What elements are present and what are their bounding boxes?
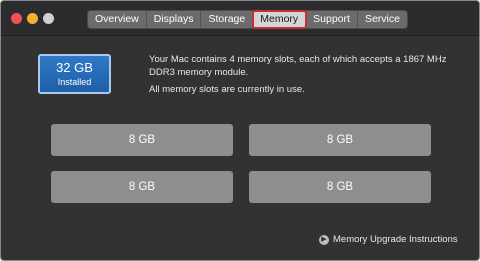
memory-slots-status: All memory slots are currently in use. [149, 84, 305, 95]
tab-memory[interactable]: Memory [252, 10, 308, 29]
memory-slots-description: Your Mac contains 4 memory slots, each o… [149, 54, 447, 78]
memory-slot-1: 8 GB [51, 124, 233, 156]
memory-upgrade-instructions-link[interactable]: ▶ Memory Upgrade Instructions [319, 234, 458, 245]
tab-overview[interactable]: Overview [88, 11, 147, 28]
memory-slot-3: 8 GB [51, 171, 233, 203]
memory-slot-2: 8 GB [249, 124, 431, 156]
title-bar: Overview Displays Storage Memory Support… [1, 1, 479, 36]
tab-bar: Overview Displays Storage Memory Support… [87, 10, 408, 29]
upgrade-link-label: Memory Upgrade Instructions [333, 234, 458, 245]
installed-label: Installed [57, 77, 92, 87]
installed-amount: 32 GB [56, 60, 93, 75]
tab-storage[interactable]: Storage [201, 11, 254, 28]
about-this-mac-window: Overview Displays Storage Memory Support… [0, 0, 480, 261]
minimize-button[interactable] [27, 13, 38, 24]
close-button[interactable] [11, 13, 22, 24]
installed-memory-badge: 32 GB Installed [38, 54, 111, 94]
memory-slot-4: 8 GB [249, 171, 431, 203]
tab-support[interactable]: Support [306, 11, 358, 28]
tab-service[interactable]: Service [358, 11, 407, 28]
tab-displays[interactable]: Displays [147, 11, 202, 28]
arrow-circle-icon: ▶ [319, 234, 329, 245]
maximize-button[interactable] [43, 13, 54, 24]
